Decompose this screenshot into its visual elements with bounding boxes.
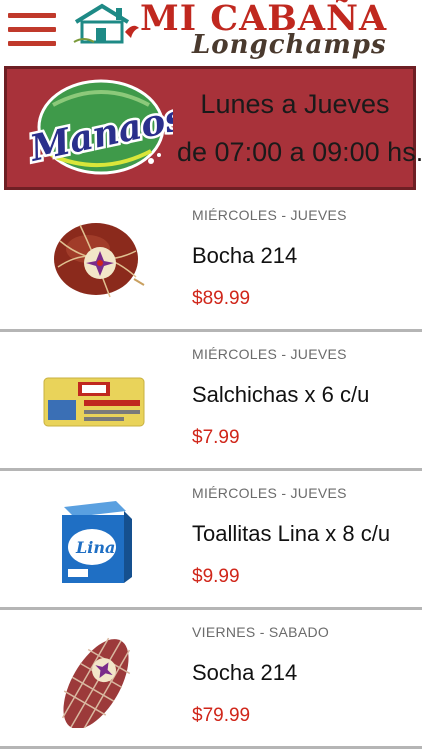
salchichas-product-image (43, 377, 145, 427)
product-days: MIÉRCOLES - JUEVES (192, 207, 347, 223)
product-list: MIÉRCOLES - JUEVES Bocha 214 $89.99 MIÉR… (0, 193, 422, 749)
product-days: VIERNES - SABADO (192, 624, 330, 640)
menu-bar (8, 13, 56, 18)
banner-schedule-hours: de 07:00 a 09:00 hs. (177, 137, 422, 167)
product-name: Bocha 214 (192, 243, 298, 268)
promo-banner[interactable]: Manaos Manaos Lunes a Jueves de 07:00 a … (4, 66, 422, 190)
manaos-logo: Manaos Manaos (23, 79, 173, 175)
product-price: $9.99 (192, 566, 240, 587)
banner-schedule-days: Lunes a Jueves (200, 89, 390, 119)
product-name: Socha 214 (192, 660, 298, 685)
app-header: MI CABAÑA Longchamps (0, 0, 422, 62)
socha-product-image (61, 637, 131, 728)
product-item[interactable]: Lina MIÉRCOLES - JUEVES Toallitas Lina x… (0, 471, 422, 610)
toallitas-product-image: Lina (62, 501, 132, 583)
hamburger-menu-icon[interactable] (8, 10, 56, 48)
product-price: $7.99 (192, 427, 240, 448)
menu-bar (8, 27, 56, 32)
bocha-product-image (54, 223, 145, 298)
product-price: $79.99 (192, 705, 251, 726)
product-name: Toallitas Lina x 8 c/u (192, 521, 391, 546)
store-logo[interactable]: MI CABAÑA Longchamps (70, 0, 415, 62)
logo-subtitle: Longchamps (192, 30, 387, 60)
product-item[interactable]: MIÉRCOLES - JUEVES Salchichas x 6 c/u $7… (0, 332, 422, 471)
product-days: MIÉRCOLES - JUEVES (192, 485, 347, 501)
product-item[interactable]: VIERNES - SABADO Socha 214 $79.99 (0, 610, 422, 749)
product-price: $89.99 (192, 288, 251, 309)
menu-bar (8, 41, 56, 46)
product-days: MIÉRCOLES - JUEVES (192, 346, 347, 362)
house-logo-icon (73, 3, 139, 44)
svg-text:Lina: Lina (75, 538, 115, 557)
product-item[interactable]: MIÉRCOLES - JUEVES Bocha 214 $89.99 (0, 193, 422, 332)
product-name: Salchichas x 6 c/u (192, 382, 370, 407)
